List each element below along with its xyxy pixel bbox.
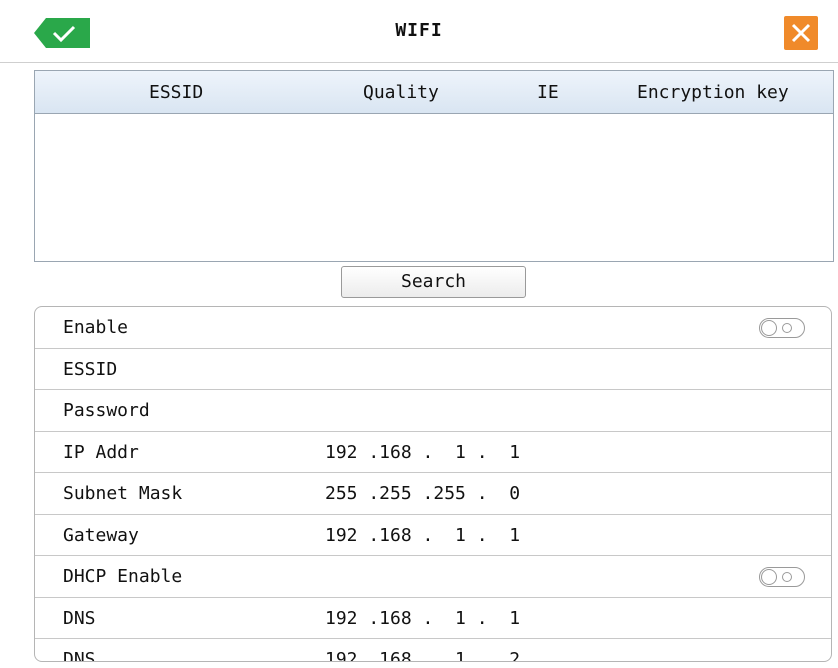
enable-toggle[interactable]	[759, 318, 805, 338]
row-dhcp-enable: DHCP Enable	[35, 556, 831, 598]
dhcp-enable-label: DHCP Enable	[63, 566, 183, 587]
column-header-essid[interactable]: ESSID	[149, 82, 203, 103]
row-enable: Enable	[35, 307, 831, 349]
ip-addr-label: IP Addr	[63, 441, 139, 463]
row-password[interactable]: Password	[35, 390, 831, 432]
network-table-header: ESSID Quality IE Encryption key	[35, 71, 833, 114]
column-header-ie[interactable]: IE	[537, 82, 559, 103]
search-button[interactable]: Search	[341, 266, 526, 298]
gateway-label: Gateway	[63, 524, 139, 546]
toggle-knob	[761, 320, 777, 336]
toggle-off-indicator	[782, 323, 792, 333]
header-divider	[0, 62, 838, 63]
window-title: WIFI	[395, 20, 443, 41]
header-bar: WIFI	[0, 0, 838, 62]
dns-secondary-label: DNS	[63, 649, 96, 662]
gateway-field[interactable]: 192 .168 . 1 . 1	[325, 525, 520, 546]
toggle-knob	[761, 569, 777, 585]
password-label: Password	[63, 400, 150, 421]
dns-primary-field[interactable]: 192 .168 . 1 . 1	[325, 608, 520, 629]
network-table-body[interactable]	[35, 114, 833, 260]
row-dns-primary[interactable]: DNS 192 .168 . 1 . 1	[35, 598, 831, 639]
row-essid[interactable]: ESSID	[35, 349, 831, 390]
toggle-off-indicator	[782, 572, 792, 582]
ip-addr-field[interactable]: 192 .168 . 1 . 1	[325, 442, 520, 463]
close-button[interactable]	[784, 16, 818, 50]
row-ip-addr[interactable]: IP Addr 192 .168 . 1 . 1	[35, 432, 831, 473]
row-dns-secondary[interactable]: DNS 192 .168 . 1 . 2	[35, 639, 831, 662]
network-list-table[interactable]: ESSID Quality IE Encryption key	[34, 70, 834, 262]
dhcp-enable-toggle[interactable]	[759, 567, 805, 587]
dns-secondary-field[interactable]: 192 .168 . 1 . 2	[325, 649, 520, 661]
row-subnet-mask[interactable]: Subnet Mask 255 .255 .255 . 0	[35, 473, 831, 515]
essid-label: ESSID	[63, 358, 118, 380]
column-header-quality[interactable]: Quality	[363, 82, 439, 103]
wifi-settings-panel: Enable ESSID Password IP Addr 192 .168 .…	[34, 306, 832, 662]
subnet-mask-field[interactable]: 255 .255 .255 . 0	[325, 483, 520, 504]
subnet-mask-label: Subnet Mask	[63, 483, 183, 504]
row-gateway[interactable]: Gateway 192 .168 . 1 . 1	[35, 515, 831, 556]
column-header-encryption-key[interactable]: Encryption key	[637, 82, 789, 103]
dns-primary-label: DNS	[63, 607, 96, 629]
close-icon	[791, 23, 811, 43]
enable-label: Enable	[63, 317, 129, 338]
